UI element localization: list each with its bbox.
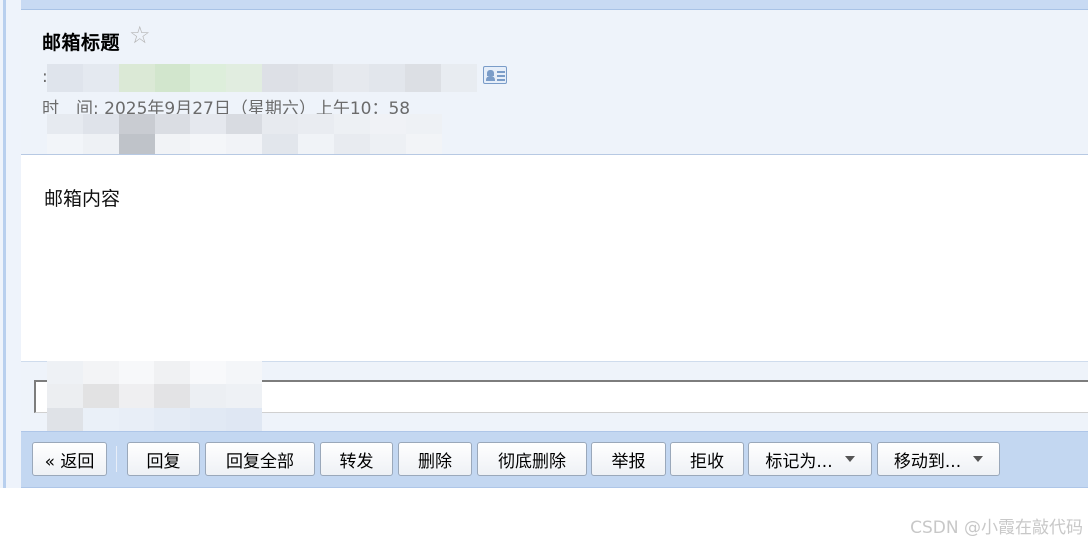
top-strip <box>21 0 1088 10</box>
contact-card-icon[interactable] <box>483 66 507 84</box>
forward-button[interactable]: 转发 <box>320 442 393 476</box>
star-icon[interactable]: ☆ <box>129 23 151 47</box>
left-rail <box>0 0 21 488</box>
delete-permanent-button[interactable]: 彻底删除 <box>477 442 587 476</box>
back-button[interactable]: « 返回 <box>32 442 107 476</box>
arrow-down-icon <box>844 456 855 462</box>
mail-header: 邮箱标题 ☆ : 时 间: 2025年9月27日（星期六）上午10：58 <box>21 10 1088 155</box>
move-to-button[interactable]: 移动到... <box>877 442 1000 476</box>
mail-subject: 邮箱标题 <box>42 32 121 54</box>
mark-as-button[interactable]: 标记为... <box>748 442 872 476</box>
mail-toolbar: « 返回 回复 回复全部 转发 删除 彻底删除 举报 拒收 标记为... 移动到… <box>21 431 1088 488</box>
watermark: CSDN @小霞在敲代码 <box>910 518 1083 538</box>
reply-all-button[interactable]: 回复全部 <box>205 442 315 476</box>
sender-redacted <box>47 64 477 92</box>
delete-button[interactable]: 删除 <box>398 442 472 476</box>
report-button[interactable]: 举报 <box>591 442 666 476</box>
move-to-label: 移动到... <box>893 451 962 472</box>
mail-body: 邮箱内容 <box>44 188 121 210</box>
mark-as-label: 标记为... <box>765 451 833 472</box>
toolbar-divider <box>116 446 117 472</box>
arrow-down-icon <box>973 456 984 462</box>
mail-window: 邮箱标题 ☆ : 时 间: 2025年9月27日（星期六）上午10：58 邮箱内… <box>0 0 1088 544</box>
reject-button[interactable]: 拒收 <box>670 442 744 476</box>
reply-button[interactable]: 回复 <box>127 442 200 476</box>
reply-redacted <box>47 361 262 431</box>
recipient-redacted <box>47 114 442 154</box>
